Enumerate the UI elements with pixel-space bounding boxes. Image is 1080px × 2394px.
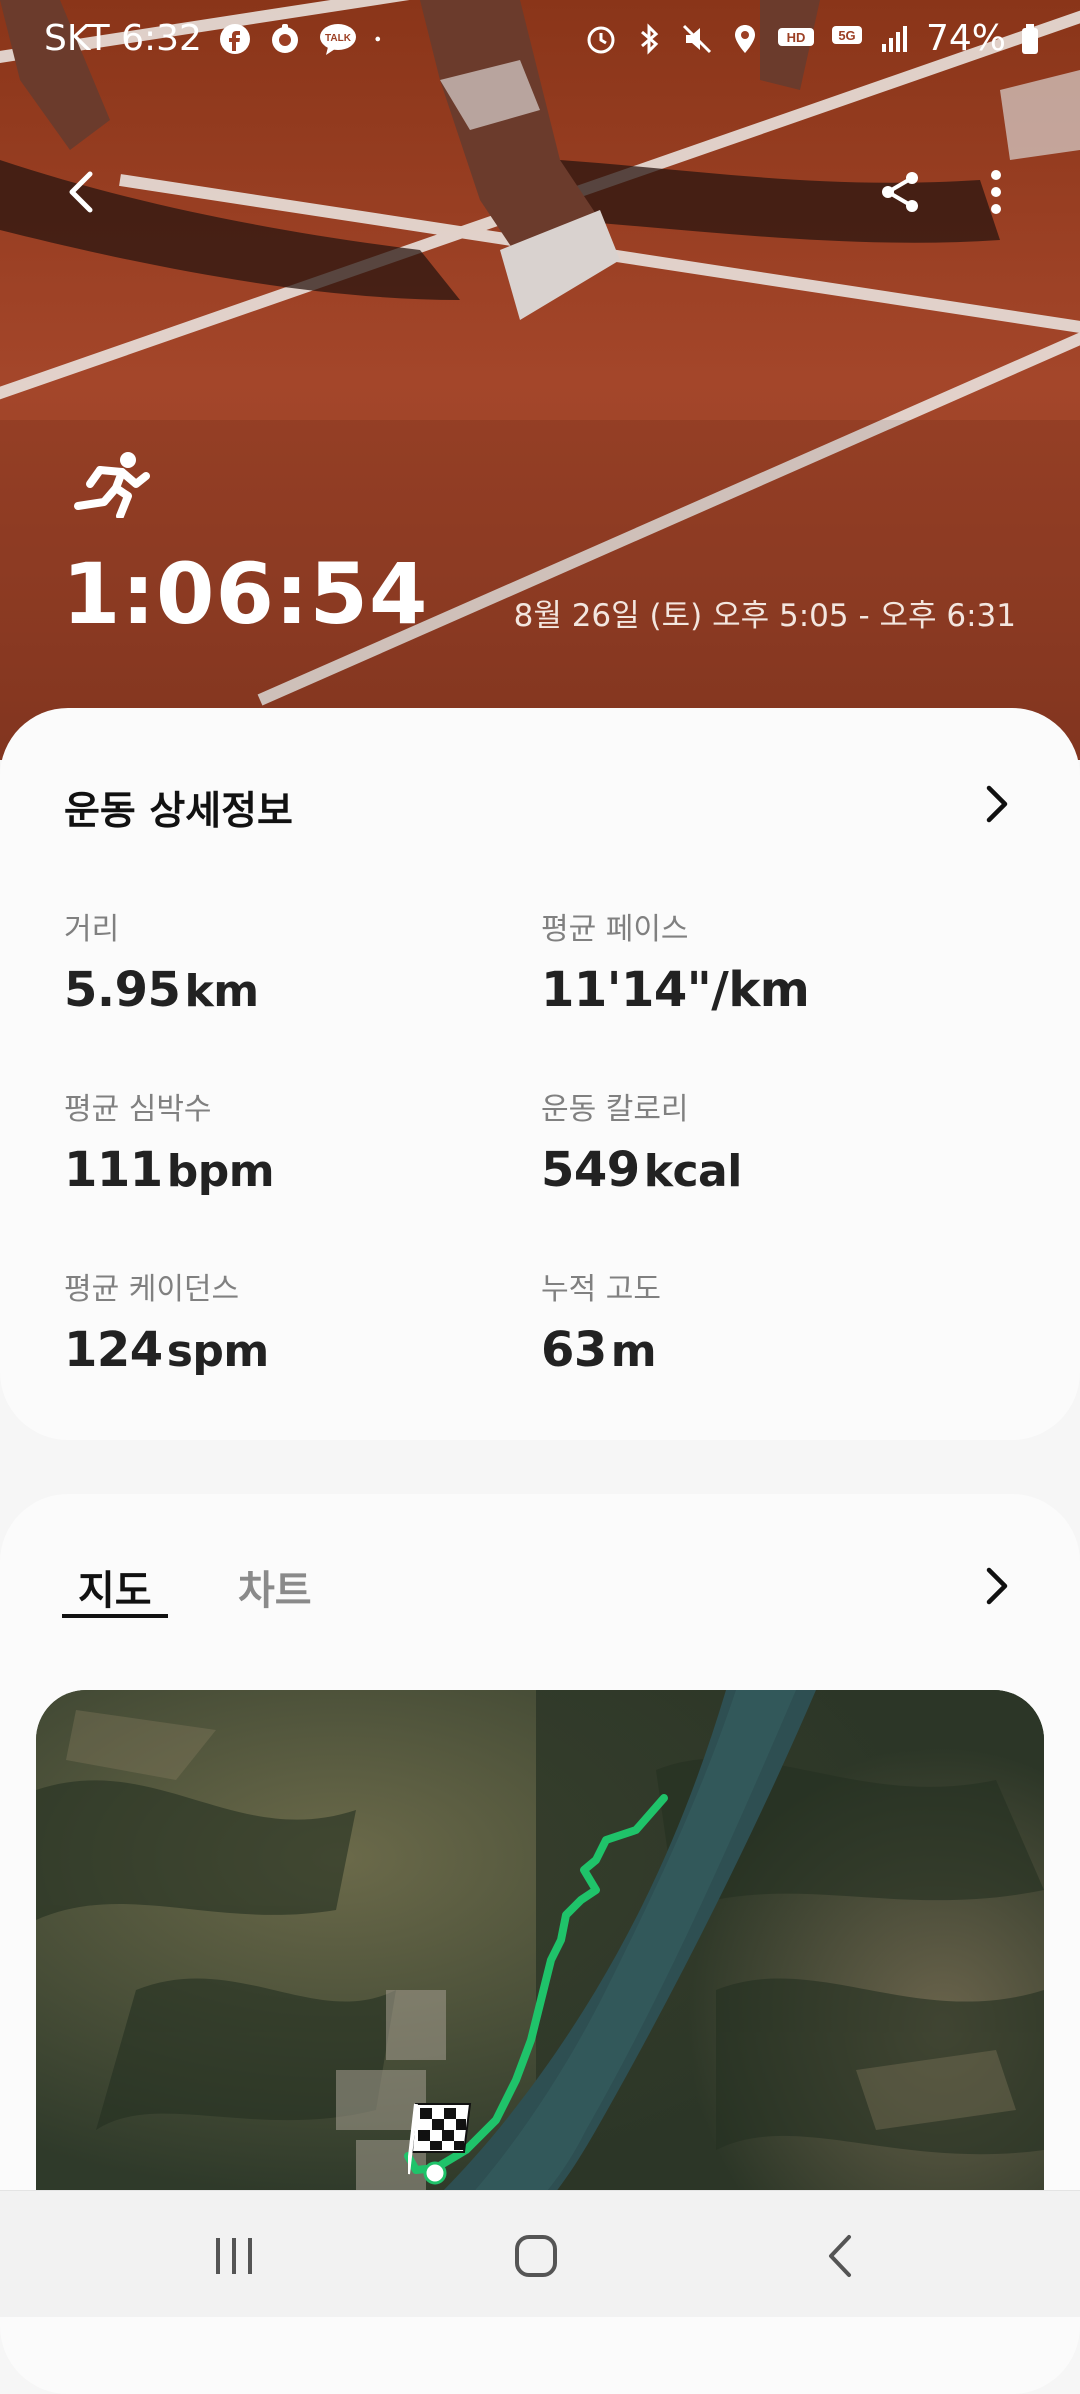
metric-value: 124spm — [64, 1322, 269, 1378]
metric-label: 운동 칼로리 — [541, 1092, 689, 1127]
metric-value: 5.95km — [64, 962, 259, 1018]
running-track-image — [0, 0, 1080, 760]
share-button[interactable] — [860, 152, 940, 232]
metric-value: 111bpm — [64, 1142, 275, 1198]
talk-icon: TALK — [319, 23, 356, 55]
metric-calories: 운동 칼로리 549kcal — [541, 1084, 742, 1198]
chevron-right-icon — [986, 785, 1008, 823]
dot-icon — [375, 36, 381, 41]
svg-text:5G: 5G — [838, 28, 855, 43]
finish-flag-icon — [408, 2103, 472, 2175]
details-title: 운동 상세정보 — [64, 789, 293, 834]
svg-text:TALK: TALK — [325, 33, 352, 44]
battery-icon — [1022, 23, 1038, 54]
more-options-button[interactable] — [956, 152, 1036, 232]
details-expand-button[interactable] — [966, 774, 1026, 834]
tab-map[interactable]: 지도 — [78, 1558, 152, 1616]
metric-avg-heart-rate: 평균 심박수 111bpm — [64, 1084, 275, 1198]
home-icon — [515, 2235, 557, 2277]
alarm-icon — [587, 26, 615, 53]
metric-label: 거리 — [64, 912, 120, 947]
workout-duration: 1:06:54 — [62, 545, 429, 643]
satellite-map-image — [36, 1690, 1044, 2250]
system-navigation-bar — [0, 2190, 1080, 2317]
messenger-icon — [271, 23, 298, 53]
svg-text:HD: HD — [787, 30, 806, 45]
metric-label: 평균 심박수 — [64, 1092, 212, 1127]
location-icon — [734, 24, 755, 53]
facebook-icon — [219, 23, 250, 54]
status-bar: SKT 6:32 TALK HD 5G 74% — [0, 0, 1080, 80]
route-map[interactable] — [36, 1690, 1044, 2250]
start-point-icon — [423, 2161, 447, 2185]
map-expand-button[interactable] — [966, 1556, 1026, 1616]
recent-apps-button[interactable] — [194, 2221, 274, 2291]
tab-active-indicator — [62, 1614, 168, 1618]
mute-icon — [682, 24, 712, 53]
metric-label: 누적 고도 — [541, 1272, 661, 1307]
metric-elevation-gain: 누적 고도 63m — [541, 1264, 661, 1378]
tab-chart[interactable]: 차트 — [238, 1558, 312, 1616]
metric-distance: 거리 5.95km — [64, 904, 259, 1018]
chevron-right-icon — [986, 1567, 1008, 1605]
metric-label: 평균 케이던스 — [64, 1272, 240, 1307]
share-icon — [882, 172, 918, 212]
hd-voice-icon: HD — [777, 27, 814, 46]
metric-avg-cadence: 평균 케이던스 124spm — [64, 1264, 269, 1378]
recent-apps-icon — [216, 2238, 252, 2274]
battery-percent: 74% — [925, 18, 1006, 59]
metric-avg-pace: 평균 페이스 11'14"/km — [541, 904, 813, 1018]
back-arrow-icon — [69, 171, 93, 213]
signal-icon — [881, 25, 907, 52]
carrier-time: SKT 6:32 — [44, 18, 202, 59]
hero-banner: SKT 6:32 TALK HD 5G 74% 1:06:54 8월 26일 (… — [0, 0, 1080, 760]
more-vertical-icon — [991, 170, 1001, 214]
home-button[interactable] — [496, 2221, 576, 2291]
running-icon — [74, 452, 150, 518]
back-button[interactable] — [42, 152, 122, 232]
nav-back-icon — [829, 2235, 851, 2277]
workout-date-range: 8월 26일 (토) 오후 5:05 - 오후 6:31 — [513, 598, 1016, 634]
metric-value: 11'14"/km — [541, 962, 810, 1018]
metric-label: 평균 페이스 — [541, 912, 689, 947]
metric-value: 63m — [541, 1322, 657, 1378]
nav-back-button[interactable] — [800, 2221, 880, 2291]
5g-icon: 5G — [831, 25, 862, 44]
metric-value: 549kcal — [541, 1142, 742, 1198]
bluetooth-icon — [641, 22, 659, 55]
